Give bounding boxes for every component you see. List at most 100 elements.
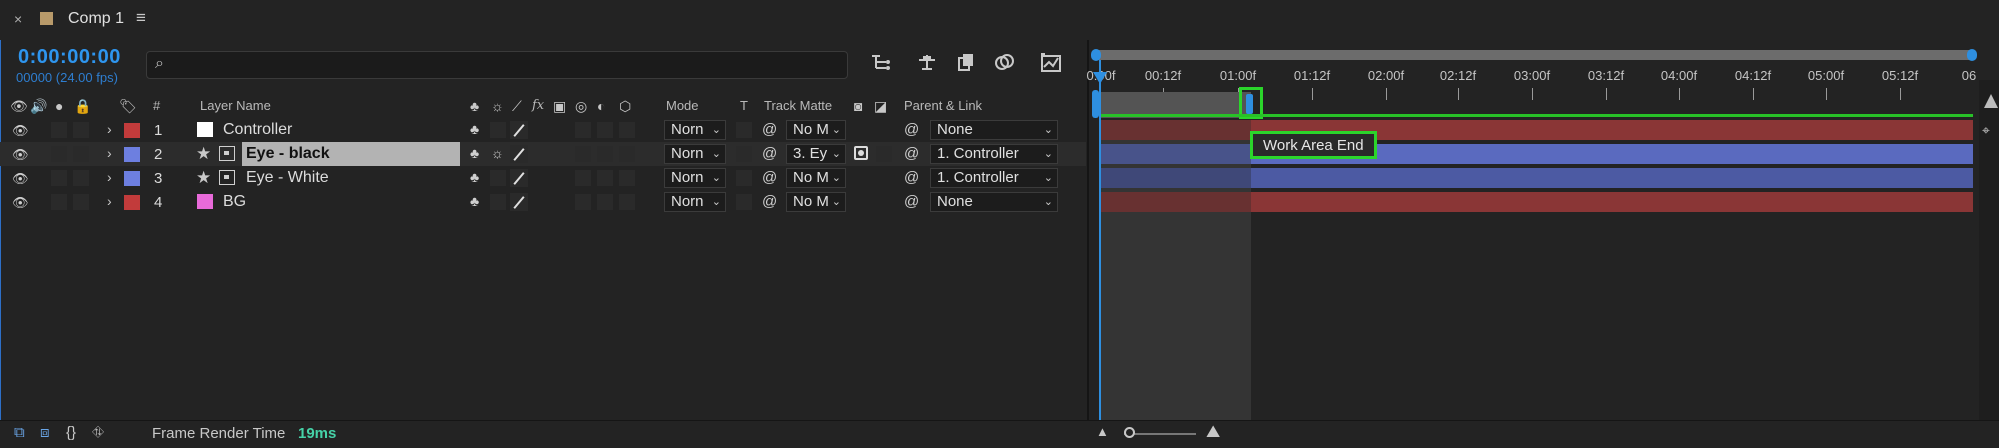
panel-menu-icon[interactable]: ≡ bbox=[136, 8, 146, 28]
visibility-eye-icon[interactable]: 👁 bbox=[12, 123, 29, 139]
comp-button-icon[interactable]: ⌖ bbox=[1982, 122, 1990, 139]
parent-dropdown[interactable]: 1. Controller ⌄ bbox=[930, 144, 1058, 164]
mode-dropdown[interactable]: Norn ⌄ bbox=[664, 192, 726, 212]
layer-row[interactable]: 👁 › 3 ★ Eye - White ♣ Norn ⌄ @ No M ⌄ @ 1.… bbox=[0, 166, 1086, 190]
adjustment-icon[interactable]: ◐ bbox=[597, 98, 605, 114]
layer-search-box[interactable]: ⌕ bbox=[146, 51, 848, 79]
motion-blur-icon[interactable] bbox=[992, 52, 1018, 76]
twirl-chevron-icon[interactable]: › bbox=[107, 121, 112, 137]
preserve-transparency-switch[interactable] bbox=[736, 170, 752, 186]
3d-switch[interactable] bbox=[619, 122, 635, 138]
audio-switch[interactable] bbox=[51, 122, 67, 138]
column-preserve-transparency[interactable]: T bbox=[740, 98, 748, 113]
mode-dropdown[interactable]: Norn ⌄ bbox=[664, 168, 726, 188]
matte-pickwhip-icon[interactable]: @ bbox=[762, 193, 777, 210]
mode-dropdown[interactable]: Norn ⌄ bbox=[664, 120, 726, 140]
parent-pickwhip-icon[interactable]: @ bbox=[904, 121, 919, 138]
matte-invert-switch[interactable] bbox=[876, 146, 892, 162]
label-color-swatch[interactable] bbox=[124, 171, 140, 186]
quality-switch[interactable] bbox=[510, 193, 528, 211]
parent-dropdown[interactable]: 1. Controller ⌄ bbox=[930, 168, 1058, 188]
label-tag-icon[interactable]: 🏷 bbox=[119, 98, 137, 115]
3d-switch[interactable] bbox=[619, 194, 635, 210]
collapse-switch[interactable] bbox=[490, 122, 506, 138]
current-time-indicator-line[interactable] bbox=[1099, 60, 1101, 424]
track-matte-dropdown[interactable]: No M ⌄ bbox=[786, 192, 846, 212]
column-layer-name[interactable]: Layer Name bbox=[200, 98, 271, 113]
shy-switch-icon[interactable]: ♣ bbox=[470, 193, 479, 209]
search-input[interactable] bbox=[179, 54, 833, 76]
collapse-switch[interactable] bbox=[490, 194, 506, 210]
column-track-matte[interactable]: Track Matte bbox=[764, 98, 832, 113]
column-parent-link[interactable]: Parent & Link bbox=[904, 98, 982, 113]
motion-blur-col-icon[interactable]: ◎ bbox=[575, 98, 587, 115]
layer-name[interactable]: Eye - White bbox=[246, 169, 329, 187]
current-time-display[interactable]: 0:00:00:00 bbox=[18, 46, 121, 69]
visibility-eye-icon[interactable]: 👁 bbox=[12, 171, 29, 187]
navigator-end-handle[interactable] bbox=[1967, 49, 1977, 61]
parent-pickwhip-icon[interactable]: @ bbox=[904, 145, 919, 162]
zoom-out-mountain-icon[interactable]: ▲ bbox=[1096, 424, 1109, 439]
time-navigator-bar[interactable] bbox=[1091, 49, 1977, 61]
matte-pickwhip-icon[interactable]: @ bbox=[762, 121, 777, 138]
audio-switch[interactable] bbox=[51, 194, 67, 210]
column-mode[interactable]: Mode bbox=[666, 98, 699, 113]
frame-blending-icon[interactable] bbox=[954, 52, 980, 76]
parent-dropdown[interactable]: None ⌄ bbox=[930, 120, 1058, 140]
collapse-sun-icon[interactable]: ☼ bbox=[491, 98, 504, 114]
motion-blur-switch[interactable] bbox=[575, 170, 591, 186]
render-time-toggle-icon[interactable]: ⛗ bbox=[92, 424, 104, 441]
timeline-panel[interactable]: 0:00f 00:12f 01:00f 01:12f 02:00f 02:12f… bbox=[1087, 40, 1999, 424]
quality-switch[interactable] bbox=[510, 121, 528, 139]
draft-3d-icon[interactable] bbox=[914, 52, 940, 76]
current-time-indicator-head[interactable] bbox=[1093, 72, 1107, 84]
transfer-controls-toggle-icon[interactable]: ⧈ bbox=[40, 424, 50, 441]
motion-blur-switch[interactable] bbox=[575, 146, 591, 162]
adjustment-switch[interactable] bbox=[597, 122, 613, 138]
solo-switch[interactable] bbox=[73, 170, 89, 186]
shy-switch-icon[interactable]: ♣ bbox=[470, 145, 479, 161]
shy-switch-icon[interactable]: ♣ bbox=[470, 169, 479, 185]
adjustment-switch[interactable] bbox=[597, 170, 613, 186]
label-color-swatch[interactable] bbox=[124, 147, 140, 162]
video-eye-icon[interactable]: 👁 bbox=[10, 98, 28, 115]
motion-blur-switch[interactable] bbox=[575, 194, 591, 210]
twirl-chevron-icon[interactable]: › bbox=[107, 169, 112, 185]
quality-switch[interactable] bbox=[510, 145, 528, 163]
3d-layer-icon[interactable]: ⬡ bbox=[619, 98, 631, 115]
preserve-transparency-switch[interactable] bbox=[736, 194, 752, 210]
visibility-eye-icon[interactable]: 👁 bbox=[12, 195, 29, 211]
matte-pickwhip-icon[interactable]: @ bbox=[762, 145, 777, 162]
visibility-eye-icon[interactable]: 👁 bbox=[12, 147, 29, 163]
frame-blend-col-icon[interactable]: ▣ bbox=[553, 98, 566, 115]
matte-invert-icon[interactable]: ◪ bbox=[874, 98, 887, 115]
effects-fx-icon[interactable]: fx bbox=[532, 98, 544, 113]
layer-name[interactable]: Controller bbox=[223, 121, 292, 139]
solo-switch[interactable] bbox=[73, 122, 89, 138]
adjustment-switch[interactable] bbox=[597, 146, 613, 162]
layer-name[interactable]: BG bbox=[223, 193, 246, 211]
parent-dropdown[interactable]: None ⌄ bbox=[930, 192, 1058, 212]
quality-switch[interactable] bbox=[510, 169, 528, 187]
twirl-chevron-icon[interactable]: › bbox=[107, 193, 112, 209]
3d-switch[interactable] bbox=[619, 170, 635, 186]
layer-row[interactable]: 👁 › 2 ★ Eye - black ♣ ☼ Norn ⌄ @ 3. Ey ⌄ @… bbox=[0, 142, 1086, 166]
track-matte-dropdown[interactable]: 3. Ey ⌄ bbox=[786, 144, 846, 164]
matte-pickwhip-icon[interactable]: @ bbox=[762, 169, 777, 186]
graph-editor-icon[interactable] bbox=[1038, 52, 1064, 76]
zoom-in-mountain-icon[interactable]: ⛰ bbox=[1206, 422, 1220, 442]
close-tab-icon[interactable]: × bbox=[14, 11, 22, 27]
solo-switch[interactable] bbox=[73, 194, 89, 210]
lock-icon[interactable]: 🔒 bbox=[74, 98, 91, 115]
layer-row[interactable]: 👁 › 4 BG ♣ Norn ⌄ @ No M ⌄ @ None ⌄ bbox=[0, 190, 1086, 214]
layer-switches-toggle-icon[interactable]: ⧉ bbox=[14, 424, 25, 441]
layer-row[interactable]: 👁 › 1 Controller ♣ Norn ⌄ @ No M ⌄ @ None ⌄ bbox=[0, 118, 1086, 142]
motion-blur-switch[interactable] bbox=[575, 122, 591, 138]
comp-flowchart-icon[interactable] bbox=[868, 52, 894, 76]
zoom-slider-thumb[interactable] bbox=[1124, 427, 1135, 438]
comp-marker-bin-icon[interactable] bbox=[1984, 94, 1998, 108]
solo-switch[interactable] bbox=[73, 146, 89, 162]
tab-comp-1[interactable]: Comp 1 bbox=[68, 10, 124, 28]
work-area-start-handle[interactable] bbox=[1092, 90, 1099, 118]
matte-alpha-icon[interactable]: ◙ bbox=[854, 98, 862, 114]
